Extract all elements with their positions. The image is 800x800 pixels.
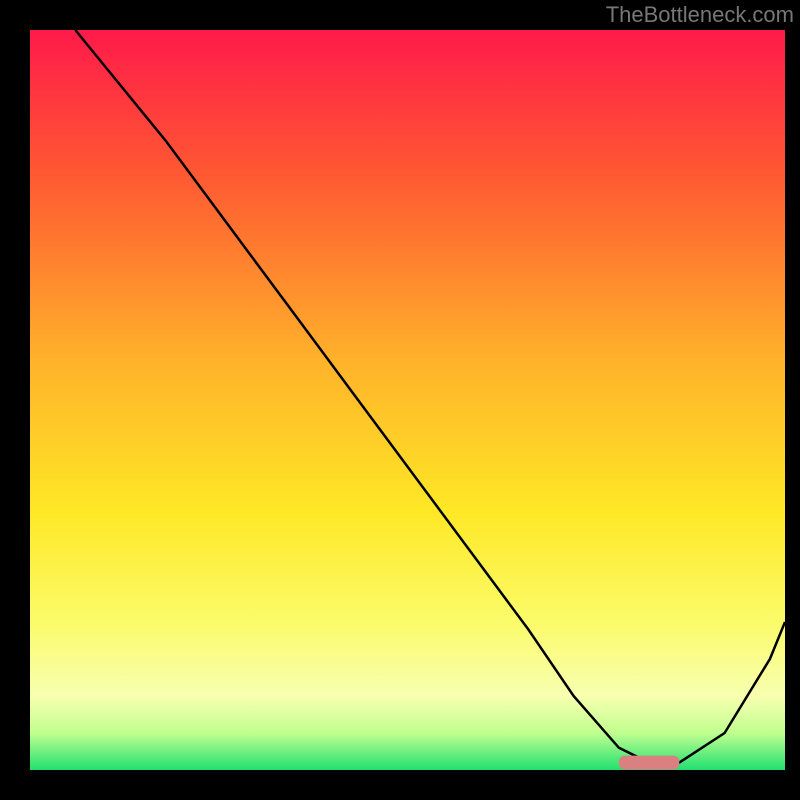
gradient-background — [30, 30, 785, 770]
chart-svg — [30, 30, 785, 770]
watermark-label: TheBottleneck.com — [606, 2, 794, 28]
optimal-range-marker — [619, 756, 679, 770]
chart-plot-area — [30, 30, 785, 770]
